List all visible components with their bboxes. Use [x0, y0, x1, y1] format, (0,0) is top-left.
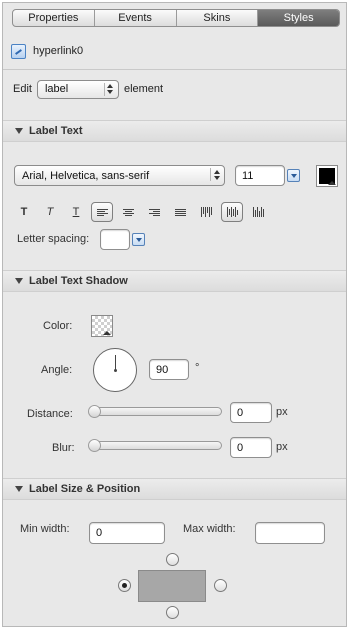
element-select-value: label	[44, 83, 69, 95]
shadow-color-label: Color:	[43, 320, 73, 332]
font-family-select[interactable]: Arial, Helvetica, sans-serif	[14, 165, 225, 186]
valign-middle-button[interactable]	[221, 202, 243, 222]
edit-prefix-label: Edit	[13, 83, 32, 95]
angle-unit: °	[195, 362, 200, 374]
angle-input[interactable]: 90	[149, 359, 189, 380]
swatch-dropdown-icon	[103, 331, 111, 335]
font-size-dropdown-icon[interactable]	[287, 169, 300, 182]
section-title: Label Size & Position	[29, 483, 141, 495]
section-title: Label Text	[29, 125, 83, 137]
section-label-size-position[interactable]: Label Size & Position	[3, 478, 346, 500]
shadow-color-swatch[interactable]	[91, 315, 113, 337]
disclosure-triangle-icon	[15, 486, 23, 492]
align-right-button[interactable]	[143, 202, 165, 222]
font-size-input[interactable]: 11	[235, 165, 285, 186]
hyperlink-icon	[11, 43, 26, 59]
disclosure-triangle-icon	[15, 278, 23, 284]
tab-styles[interactable]: Styles	[258, 10, 339, 26]
align-center-button[interactable]	[117, 202, 139, 222]
format-toolbar: T T T	[13, 201, 273, 223]
distance-slider-knob[interactable]	[88, 405, 101, 418]
letter-spacing-label: Letter spacing:	[17, 233, 90, 245]
align-justify-button[interactable]	[169, 202, 191, 222]
section-label-text[interactable]: Label Text	[3, 120, 346, 142]
shadow-angle-label: Angle:	[41, 364, 73, 376]
tab-events[interactable]: Events	[95, 10, 177, 26]
object-name: hyperlink0	[33, 45, 84, 57]
distance-input[interactable]: 0	[230, 402, 272, 423]
text-color-swatch[interactable]	[316, 165, 338, 187]
tab-properties[interactable]: Properties	[13, 10, 95, 26]
position-bottom-radio[interactable]	[166, 606, 179, 619]
valign-middle-icon	[226, 207, 238, 217]
align-justify-icon	[174, 208, 186, 216]
divider	[3, 69, 346, 70]
valign-top-icon	[200, 207, 212, 217]
selected-object: hyperlink0	[11, 41, 83, 61]
blur-slider[interactable]	[88, 439, 222, 452]
max-width-label: Max width:	[183, 523, 236, 535]
position-right-radio[interactable]	[214, 579, 227, 592]
align-center-icon	[122, 208, 134, 216]
swatch-dropdown-icon	[328, 181, 336, 185]
valign-bottom-icon	[252, 207, 264, 217]
min-width-input[interactable]: 0	[89, 522, 165, 544]
element-select[interactable]: label	[36, 79, 119, 99]
blur-unit: px	[276, 441, 288, 453]
letter-spacing-dropdown-icon[interactable]	[132, 233, 145, 246]
distance-slider[interactable]	[88, 405, 222, 418]
select-arrows-icon	[210, 168, 222, 181]
styles-panel: Properties Events Skins Styles hyperlink…	[2, 2, 347, 627]
section-title: Label Text Shadow	[29, 275, 128, 287]
label-position-box	[138, 570, 206, 602]
max-width-input[interactable]	[255, 522, 325, 544]
bold-button[interactable]: T	[13, 202, 35, 222]
position-left-radio[interactable]	[118, 579, 131, 592]
blur-input[interactable]: 0	[230, 437, 272, 458]
angle-center	[114, 369, 117, 372]
section-label-text-shadow[interactable]: Label Text Shadow	[3, 270, 346, 292]
underline-button[interactable]: T	[65, 202, 87, 222]
shadow-distance-label: Distance:	[27, 408, 73, 420]
edit-suffix-label: element	[123, 83, 164, 95]
disclosure-triangle-icon	[15, 128, 23, 134]
font-size-value: 11	[242, 169, 254, 182]
angle-value: 90	[156, 363, 169, 376]
position-top-radio[interactable]	[166, 553, 179, 566]
edit-element-row: Edit label element	[13, 79, 163, 99]
blur-slider-knob[interactable]	[88, 439, 101, 452]
min-width-label: Min width:	[20, 523, 70, 535]
align-left-button[interactable]	[91, 202, 113, 222]
distance-value: 0	[237, 406, 244, 419]
blur-value: 0	[237, 441, 244, 454]
align-left-icon	[96, 208, 108, 216]
angle-dial[interactable]	[93, 348, 137, 392]
font-family-value: Arial, Helvetica, sans-serif	[22, 169, 150, 182]
align-right-icon	[148, 208, 160, 216]
valign-top-button[interactable]	[195, 202, 217, 222]
valign-bottom-button[interactable]	[247, 202, 269, 222]
min-width-value: 0	[96, 527, 103, 539]
italic-button[interactable]: T	[39, 202, 61, 222]
distance-unit: px	[276, 406, 288, 418]
select-arrows-icon	[103, 82, 116, 96]
tab-skins[interactable]: Skins	[177, 10, 259, 26]
tab-bar: Properties Events Skins Styles	[12, 9, 340, 27]
shadow-blur-label: Blur:	[52, 442, 75, 454]
letter-spacing-input[interactable]	[100, 229, 130, 250]
